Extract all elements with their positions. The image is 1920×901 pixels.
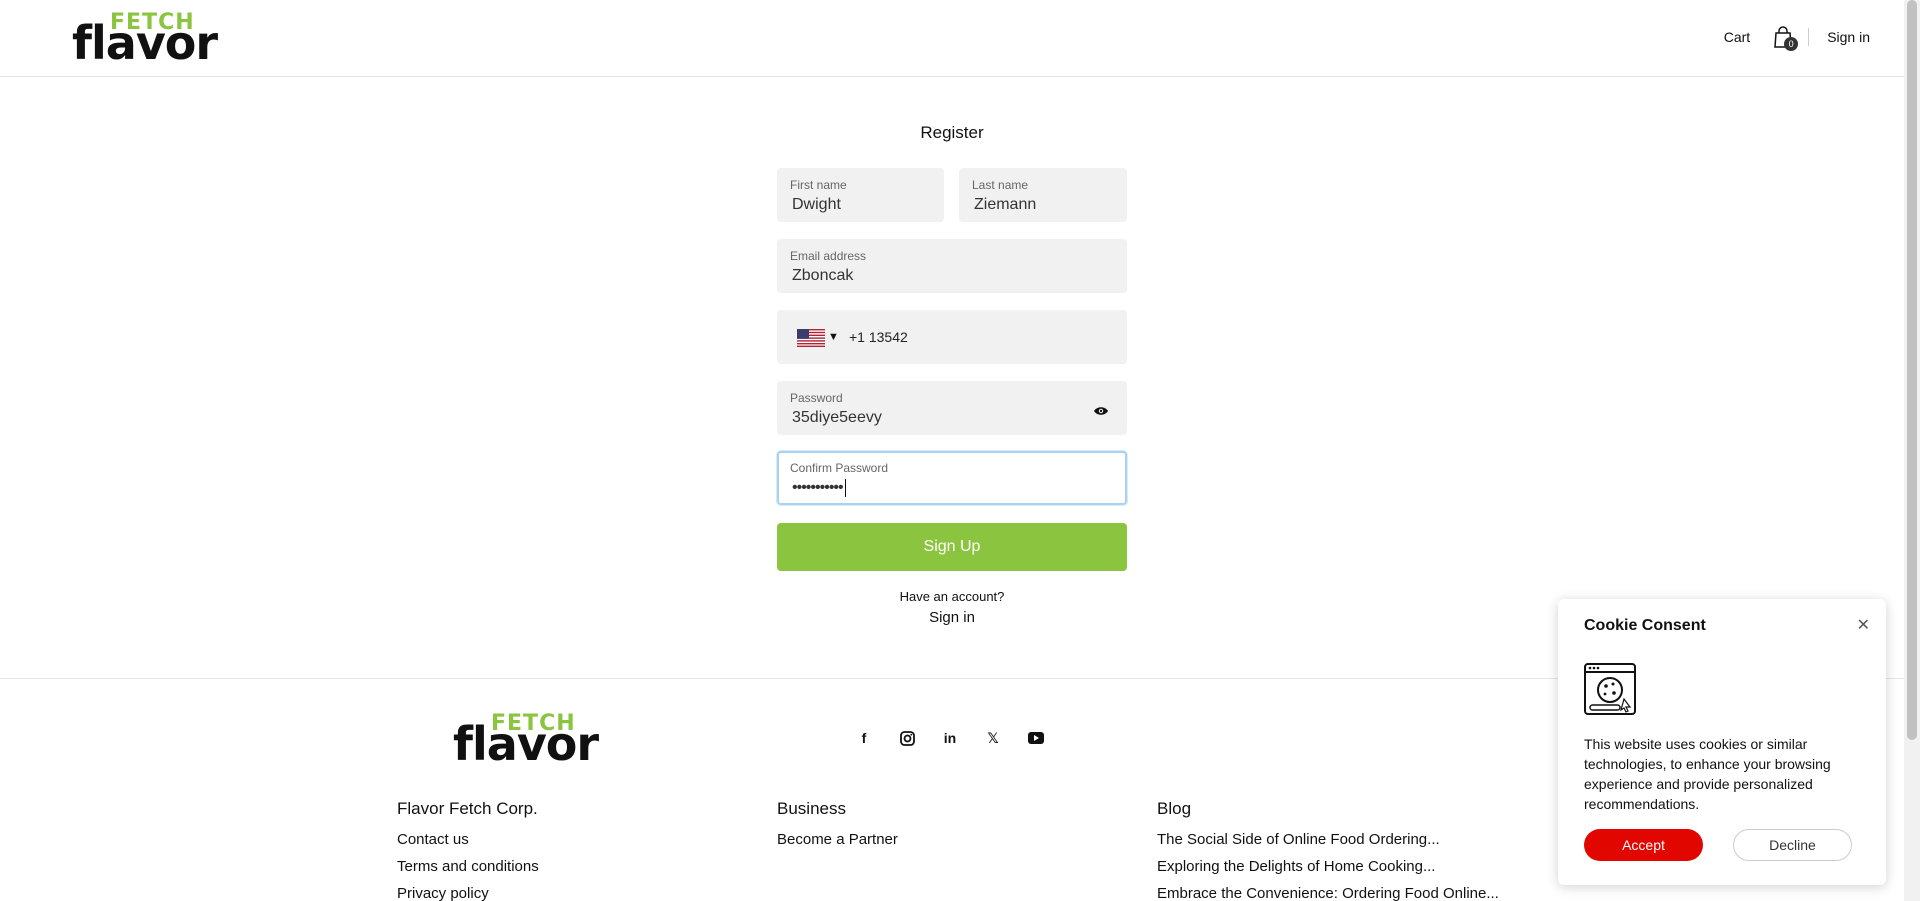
header-divider xyxy=(1808,28,1810,46)
footer-logo-flavor-text: flavor xyxy=(453,717,599,771)
email-label: Email address xyxy=(790,249,867,263)
footer-column-blog: Blog The Social Side of Online Food Orde… xyxy=(1157,799,1499,901)
logo-flavor-text: flavor xyxy=(72,16,218,70)
email-value[interactable]: Zboncak xyxy=(792,267,853,285)
phone-value[interactable]: +1 13542 xyxy=(849,329,908,345)
footer-heading-business: Business xyxy=(777,799,846,818)
first-name-label: First name xyxy=(790,178,847,192)
us-flag-icon[interactable] xyxy=(797,329,825,347)
scrollbar-thumb[interactable] xyxy=(1907,0,1917,740)
close-icon[interactable]: ✕ xyxy=(1857,615,1870,635)
cookie-browser-icon xyxy=(1584,663,1636,715)
site-header: FETCH flavor Cart 0 Sign in xyxy=(0,0,1904,77)
footer-heading-blog: Blog xyxy=(1157,799,1192,818)
password-label: Password xyxy=(790,391,843,405)
email-field[interactable]: Email address Zboncak xyxy=(777,239,1127,293)
footer-logo[interactable]: FETCH flavor xyxy=(453,711,603,769)
accept-button[interactable]: Accept xyxy=(1584,829,1703,861)
cookie-text: This website uses cookies or similar tec… xyxy=(1584,736,1831,812)
footer-column-corp: Flavor Fetch Corp. Contact us Terms and … xyxy=(397,799,539,901)
last-name-value[interactable]: Ziemann xyxy=(974,196,1036,214)
footer-link-blog-3[interactable]: Embrace the Convenience: Ordering Food O… xyxy=(1157,885,1499,901)
have-account-text: Have an account? xyxy=(899,589,1005,604)
footer-link-contact[interactable]: Contact us xyxy=(397,831,539,848)
first-name-value[interactable]: Dwight xyxy=(792,196,841,214)
footer-link-partner[interactable]: Become a Partner xyxy=(777,831,898,848)
confirm-password-dots: ••••••••••• xyxy=(792,479,844,497)
footer-heading-corp: Flavor Fetch Corp. xyxy=(397,799,538,818)
signup-button[interactable]: Sign Up xyxy=(777,523,1127,571)
page-scrollbar[interactable] xyxy=(1904,0,1920,901)
header-actions: Cart 0 Sign in xyxy=(1724,24,1870,51)
chevron-down-icon[interactable]: ▼ xyxy=(828,331,839,343)
text-caret xyxy=(844,479,846,497)
instagram-icon[interactable] xyxy=(898,729,916,747)
phone-field[interactable]: ▼ +1 13542 xyxy=(777,310,1127,364)
last-name-label: Last name xyxy=(972,178,1029,192)
confirm-password-value[interactable]: ••••••••••• xyxy=(792,479,846,497)
x-icon[interactable]: 𝕏 xyxy=(984,729,1002,747)
signin-link[interactable]: Sign in xyxy=(777,609,1127,626)
cookie-title: Cookie Consent xyxy=(1584,617,1706,634)
decline-button[interactable]: Decline xyxy=(1733,829,1852,861)
linkedin-icon[interactable]: in xyxy=(941,729,959,747)
footer-column-business: Business Become a Partner xyxy=(777,799,898,858)
last-name-field[interactable]: Last name Ziemann xyxy=(959,168,1127,222)
header-signin-link[interactable]: Sign in xyxy=(1827,29,1870,45)
password-value[interactable]: 35diye5eevy xyxy=(792,409,882,427)
eye-icon[interactable] xyxy=(1094,403,1108,415)
shopping-bag-icon[interactable]: 0 xyxy=(1772,25,1799,51)
footer-link-blog-2[interactable]: Exploring the Delights of Home Cooking..… xyxy=(1157,858,1499,875)
cookie-consent-dialog: Cookie Consent ✕ This website uses cooki… xyxy=(1558,599,1886,885)
cart-count-badge: 0 xyxy=(1784,37,1799,51)
facebook-icon[interactable]: f xyxy=(855,729,873,747)
social-links: f in 𝕏 xyxy=(855,729,1070,747)
footer-link-privacy[interactable]: Privacy policy xyxy=(397,885,539,901)
footer-link-blog-1[interactable]: The Social Side of Online Food Ordering.… xyxy=(1157,831,1499,848)
first-name-field[interactable]: First name Dwight xyxy=(777,168,944,222)
register-title: Register xyxy=(920,123,984,142)
cart-link[interactable]: Cart xyxy=(1724,29,1750,45)
logo[interactable]: FETCH flavor xyxy=(72,10,222,68)
confirm-password-label: Confirm Password xyxy=(790,461,889,475)
youtube-icon[interactable] xyxy=(1027,729,1045,747)
confirm-password-field[interactable]: Confirm Password ••••••••••• xyxy=(777,451,1127,505)
password-field[interactable]: Password 35diye5eevy xyxy=(777,381,1127,435)
footer-link-terms[interactable]: Terms and conditions xyxy=(397,858,539,875)
